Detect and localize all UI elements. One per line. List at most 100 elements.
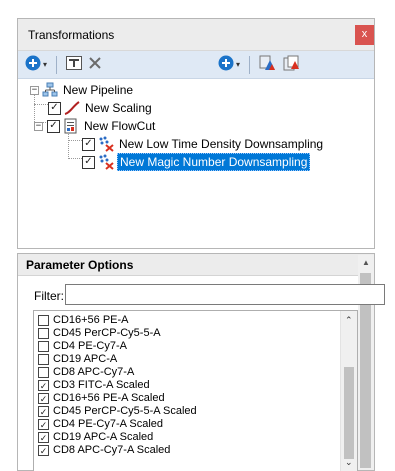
parameter-label: CD8 APC-Cy7-A Scaled [53,444,171,456]
downsample-x-icon [98,154,114,170]
scroll-up-icon[interactable]: ▲ [362,258,370,267]
parameter-label: CD4 PE-Cy7-A [53,340,127,352]
text-edit-icon [66,56,83,73]
check-icon: ✓ [39,406,48,417]
tree-node-label: New Scaling [85,101,152,115]
paste-triangle-icon [283,55,301,74]
parameter-label: CD16+56 PE-A Scaled [53,392,165,404]
close-icon: x [361,28,368,40]
tree-node-scaling[interactable]: ✓ New Scaling [48,99,154,117]
parameter-list-item[interactable]: CD4 PE-Cy7-A [38,340,127,353]
chevron-down-icon[interactable]: ▾ [43,60,47,69]
close-button[interactable]: x [355,25,374,45]
parameter-list-item[interactable]: ✓ CD3 FITC-A Scaled [38,379,150,392]
parameter-label: CD8 APC-Cy7-A [53,366,135,378]
delete-button[interactable] [86,54,104,76]
tree-node-label: New Pipeline [63,83,134,97]
parameter-label: CD45 PerCP-Cy5-5-A [53,327,161,339]
parameter-options-title: Parameter Options [18,254,374,276]
tree-node-pipeline[interactable]: − New Pipeline [30,81,135,99]
plus-circle-icon [25,55,41,74]
check-icon: ✓ [39,445,48,456]
copy-triangle-icon [259,55,277,74]
parameter-list-item[interactable]: ✓ CD4 PE-Cy7-A Scaled [38,418,163,431]
parameter-checkbox[interactable]: ✓ [38,432,49,443]
tree-node-label-selected: New Magic Number Downsampling [117,153,311,171]
check-icon: ✓ [49,120,58,131]
tree-node-magic-number[interactable]: ✓ New Magic Number Downsampling [82,153,311,171]
collapse-toggle[interactable]: − [34,121,43,131]
parameter-list-item[interactable]: ✓ CD16+56 PE-A Scaled [38,392,165,405]
pipeline-tree-icon [42,82,58,98]
downsample-x-icon [98,136,114,152]
parameter-label: CD19 APC-A [53,353,118,365]
low-time-density-checkbox[interactable]: ✓ [82,137,95,151]
parameter-checkbox[interactable] [38,367,49,378]
filter-label: Filter: [34,289,64,303]
parameter-list-item[interactable]: CD19 APC-A [38,353,117,366]
parameter-checkbox[interactable] [38,341,49,352]
tree-node-low-time-density[interactable]: ✓ New Low Time Density Downsampling [82,135,325,153]
scroll-down-icon[interactable]: ⌄ [345,457,353,468]
transformations-panel: Transformations x ▾ ▾ − New Pipeline ✓ N… [17,18,375,249]
check-icon: ✓ [39,419,48,430]
scrollbar-thumb[interactable] [344,367,354,459]
check-icon: ✓ [84,138,93,149]
parameter-checkbox[interactable]: ✓ [38,445,49,456]
cross-icon [88,56,102,73]
toolbar-divider [249,55,251,74]
tree-connector [68,140,82,141]
tree-node-label: New FlowCut [84,119,156,133]
add-transformation-button[interactable]: ▾ [23,54,49,76]
parameter-checkbox[interactable]: ✓ [38,380,49,391]
plus-circle-icon [218,55,234,74]
tree-connector [68,158,82,159]
copy-button[interactable] [257,54,279,76]
parameter-label: CD4 PE-Cy7-A Scaled [53,418,164,430]
chevron-down-icon[interactable]: ▾ [236,60,240,69]
filter-input[interactable] [65,284,385,305]
check-icon: ✓ [39,380,48,391]
collapse-toggle[interactable]: − [30,85,39,95]
tree-node-label: New Low Time Density Downsampling [119,137,324,151]
scaling-checkbox[interactable]: ✓ [48,101,61,115]
rename-button[interactable] [64,54,84,76]
parameter-checkbox[interactable] [38,354,49,365]
parameter-checkbox[interactable]: ✓ [38,393,49,404]
list-scrollbar[interactable]: ⌃ ⌄ [340,311,357,471]
parameter-label: CD3 FITC-A Scaled [53,379,150,391]
toolbar-divider [56,55,58,74]
add-transformation-right-button[interactable]: ▾ [216,54,242,76]
parameter-checkbox[interactable]: ✓ [38,406,49,417]
document-chart-icon [63,118,79,134]
parameter-label: CD45 PerCP-Cy5-5-A Scaled [53,405,197,417]
tree-connector [34,104,48,105]
pipeline-tree: − New Pipeline ✓ New Scaling − ✓ New Flo… [18,79,374,171]
parameter-checkbox[interactable] [38,315,49,326]
parameter-list-item[interactable]: ✓ CD19 APC-A Scaled [38,431,153,444]
check-icon: ✓ [39,393,48,404]
parameter-list-item[interactable]: CD45 PerCP-Cy5-5-A [38,327,161,340]
scroll-up-icon[interactable]: ⌃ [345,315,353,326]
check-icon: ✓ [50,102,59,113]
parameter-list-item[interactable]: ✓ CD45 PerCP-Cy5-5-A Scaled [38,405,197,418]
transformations-title-bar: Transformations x [18,19,374,51]
parameter-list: CD16+56 PE-A CD45 PerCP-Cy5-5-A CD4 PE-Cy7… [33,310,358,471]
check-icon: ✓ [39,432,48,443]
parameter-checkbox[interactable]: ✓ [38,419,49,430]
parameter-options-panel: Parameter Options ▲ Filter: CD16+56 PE-A… [17,253,385,471]
parameter-label: CD19 APC-A Scaled [53,431,154,443]
check-icon: ✓ [84,156,93,167]
parameter-list-item[interactable]: CD8 APC-Cy7-A [38,366,134,379]
magic-number-checkbox[interactable]: ✓ [82,155,95,169]
parameter-label: CD16+56 PE-A [53,314,129,326]
transformations-toolbar: ▾ ▾ [18,51,374,79]
tree-node-flowcut[interactable]: − ✓ New FlowCut [34,117,157,135]
parameter-checkbox[interactable] [38,328,49,339]
flowcut-checkbox[interactable]: ✓ [47,119,60,133]
curve-icon [64,100,80,116]
transformations-title: Transformations [28,27,115,42]
paste-button[interactable] [281,54,303,76]
parameter-list-item[interactable]: ✓ CD8 APC-Cy7-A Scaled [38,444,170,457]
parameter-list-item[interactable]: CD16+56 PE-A [38,314,129,327]
